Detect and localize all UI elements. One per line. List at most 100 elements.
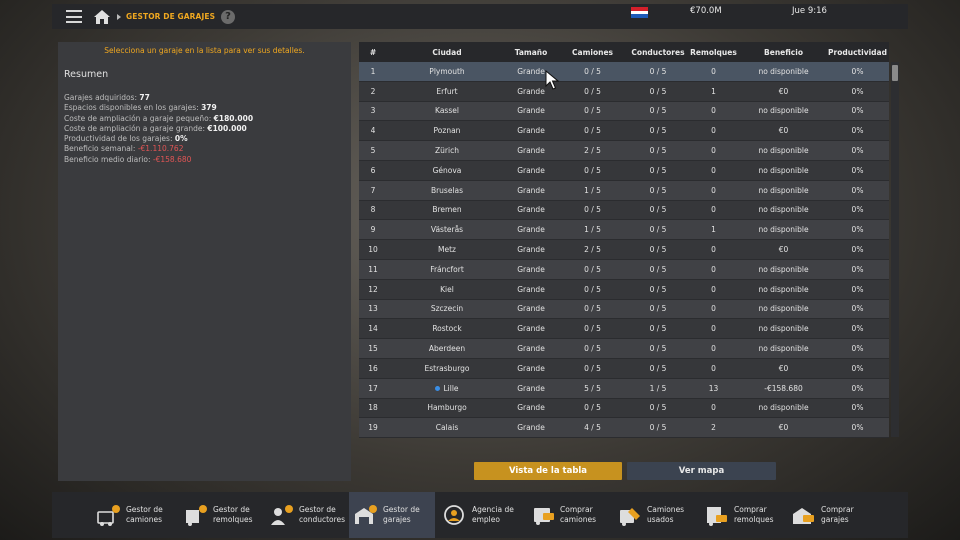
- cell-city: Kassel: [387, 106, 507, 115]
- table-row[interactable]: 2 Erfurt Grande 0 / 5 0 / 5 1 €0 0%: [359, 81, 889, 102]
- cell-profit: no disponible: [741, 146, 826, 155]
- table-row[interactable]: 19 Calais Grande 4 / 5 0 / 5 2 €0 0%: [359, 418, 889, 439]
- summary-stats: Garajes adquiridos: 77 Espacios disponib…: [64, 93, 253, 165]
- cell-trailers-text: 0: [711, 403, 716, 413]
- cell-number: 4: [359, 126, 387, 135]
- nav-driver-gear[interactable]: Gestor de conductores: [265, 492, 351, 538]
- map-view-button[interactable]: Ver mapa: [627, 462, 776, 480]
- cell-size: Grande: [507, 423, 555, 432]
- help-icon[interactable]: ?: [221, 9, 236, 24]
- cell-number-text: 2: [370, 86, 376, 96]
- table-row[interactable]: 13 Szczecin Grande 0 / 5 0 / 5 0 no disponible…: [359, 299, 889, 320]
- cell-drivers: 0 / 5: [630, 285, 686, 294]
- home-icon[interactable]: [94, 9, 110, 24]
- table-row[interactable]: 16 Estrasburgo Grande 0 / 5 0 / 5 0 €0 0%: [359, 358, 889, 379]
- top-bar: GESTOR DE GARAJES ?: [52, 4, 908, 29]
- cell-trucks: 1 / 5: [555, 225, 630, 234]
- nav-trailer-gear[interactable]: Gestor de remolques: [179, 492, 265, 538]
- cell-size-text: Grande: [517, 383, 545, 393]
- cell-city-text: Erfurt: [436, 86, 458, 96]
- cell-city: Calais: [387, 423, 507, 432]
- cell-trailers-text: 1: [711, 86, 716, 96]
- table-row[interactable]: 12 Kiel Grande 0 / 5 0 / 5 0 no disponible 0%: [359, 279, 889, 300]
- cell-number-text: 4: [370, 126, 376, 136]
- table-row[interactable]: 11 Fráncfort Grande 0 / 5 0 / 5 0 no disponibl…: [359, 259, 889, 280]
- nav-buy-truck[interactable]: Comprar camiones: [526, 492, 612, 538]
- garage-table: # Ciudad Tamaño Camiones Conductores Rem…: [359, 42, 889, 439]
- cell-drivers: 0 / 5: [630, 225, 686, 234]
- table-row[interactable]: 5 Zürich Grande 2 / 5 0 / 5 0 no disponible 0%: [359, 141, 889, 161]
- cell-profit: no disponible: [741, 344, 826, 353]
- cell-drivers-text: 0 / 5: [649, 86, 667, 96]
- table-view-button[interactable]: Vista de la tabla: [474, 462, 622, 480]
- cell-size-text: Grande: [517, 344, 545, 354]
- header-trailers[interactable]: Remolques: [686, 48, 741, 57]
- cell-trailers-text: 0: [711, 324, 716, 334]
- table-row[interactable]: 14 Rostock Grande 0 / 5 0 / 5 0 no disponible 0…: [359, 319, 889, 340]
- cell-trailers-text: 13: [708, 383, 719, 393]
- header-profit[interactable]: Beneficio: [741, 48, 826, 57]
- header-drivers[interactable]: Conductores: [630, 48, 686, 57]
- cell-profit-text: no disponible: [758, 185, 809, 195]
- scrollbar-thumb[interactable]: [892, 65, 898, 81]
- cell-trucks-text: 0 / 5: [584, 363, 601, 373]
- cell-trailers: 0: [686, 344, 741, 353]
- cell-drivers-text: 0 / 5: [649, 245, 667, 255]
- cell-city-text: Zürich: [435, 146, 459, 156]
- cell-profit: €0: [741, 126, 826, 135]
- nav-buy-garage[interactable]: Comprar garajes: [787, 492, 873, 538]
- stat-daily-profit: Beneficio medio diario: -€158.680: [64, 154, 192, 164]
- cell-productivity-text: 0%: [851, 225, 864, 235]
- nav-buy-trailer[interactable]: Comprar remolques: [700, 492, 786, 538]
- cell-trucks: 1 / 5: [555, 186, 630, 195]
- cell-city-text: Rostock: [432, 324, 462, 334]
- header-size[interactable]: Tamaño: [507, 48, 555, 57]
- cell-size: Grande: [507, 106, 555, 115]
- nav-garage-gear[interactable]: Gestor de garajes: [349, 492, 435, 538]
- cell-trailers: 1: [686, 87, 741, 96]
- cell-city-text: Lille: [443, 383, 459, 393]
- table-scrollbar[interactable]: [891, 62, 899, 437]
- header-city[interactable]: Ciudad: [387, 48, 507, 57]
- nav-truck-gear[interactable]: Gestor de camiones: [92, 492, 178, 538]
- cell-size-text: Grande: [517, 324, 545, 334]
- nav-used-trucks[interactable]: Camiones usados: [613, 492, 699, 538]
- cell-productivity: 0%: [826, 245, 889, 254]
- table-row[interactable]: 17 Lille Grande 5 / 5 1 / 5 13 -€158.680 0%: [359, 378, 889, 399]
- table-row[interactable]: 7 Bruselas Grande 1 / 5 0 / 5 0 no disponible 0…: [359, 180, 889, 201]
- table-row[interactable]: 10 Metz Grande 2 / 5 0 / 5 0 €0 0%: [359, 240, 889, 260]
- cell-drivers: 0 / 5: [630, 324, 686, 333]
- table-row[interactable]: 15 Aberdeen Grande 0 / 5 0 / 5 0 no disponible…: [359, 339, 889, 359]
- cell-size: Grande: [507, 166, 555, 175]
- cell-trucks-text: 0 / 5: [584, 403, 601, 413]
- cell-drivers-text: 0 / 5: [649, 165, 667, 175]
- cell-productivity: 0%: [826, 304, 889, 313]
- cell-drivers-text: 0 / 5: [649, 66, 667, 76]
- cell-trucks-text: 0 / 5: [584, 86, 601, 96]
- table-row[interactable]: 8 Bremen Grande 0 / 5 0 / 5 0 no disponible 0%: [359, 200, 889, 221]
- table-row[interactable]: 6 Génova Grande 0 / 5 0 / 5 0 no disponible 0%: [359, 160, 889, 181]
- table-row[interactable]: 1 Plymouth Grande 0 / 5 0 / 5 0 no disponible 0…: [359, 62, 889, 82]
- table-row[interactable]: 18 Hamburgo Grande 0 / 5 0 / 5 0 no disponible…: [359, 398, 889, 419]
- cell-profit-text: no disponible: [758, 106, 809, 116]
- nav-recruitment-agency[interactable]: Agencia de empleo: [438, 492, 524, 538]
- cell-trucks-text: 0 / 5: [584, 344, 601, 354]
- cell-trailers-text: 0: [711, 284, 716, 294]
- cell-number: 17: [359, 384, 387, 393]
- cell-city: Plymouth: [387, 67, 507, 76]
- menu-icon[interactable]: [66, 10, 82, 23]
- table-row[interactable]: 3 Kassel Grande 0 / 5 0 / 5 0 no disponible 0%: [359, 101, 889, 122]
- cell-trucks: 0 / 5: [555, 324, 630, 333]
- cell-number: 16: [359, 364, 387, 373]
- header-number[interactable]: #: [359, 48, 387, 57]
- header-trucks[interactable]: Camiones: [555, 48, 630, 57]
- cell-productivity-text: 0%: [851, 126, 864, 136]
- table-row[interactable]: 9 Västerås Grande 1 / 5 0 / 5 1 no disponible 0…: [359, 220, 889, 241]
- cell-trucks: 0 / 5: [555, 106, 630, 115]
- table-row[interactable]: 4 Poznan Grande 0 / 5 0 / 5 0 €0 0%: [359, 121, 889, 142]
- cell-trailers-text: 0: [711, 165, 716, 175]
- header-productivity[interactable]: Productividad: [826, 48, 889, 57]
- cell-drivers-text: 0 / 5: [649, 403, 667, 413]
- cell-number-text: 15: [368, 344, 378, 354]
- cell-profit-text: no disponible: [758, 403, 809, 413]
